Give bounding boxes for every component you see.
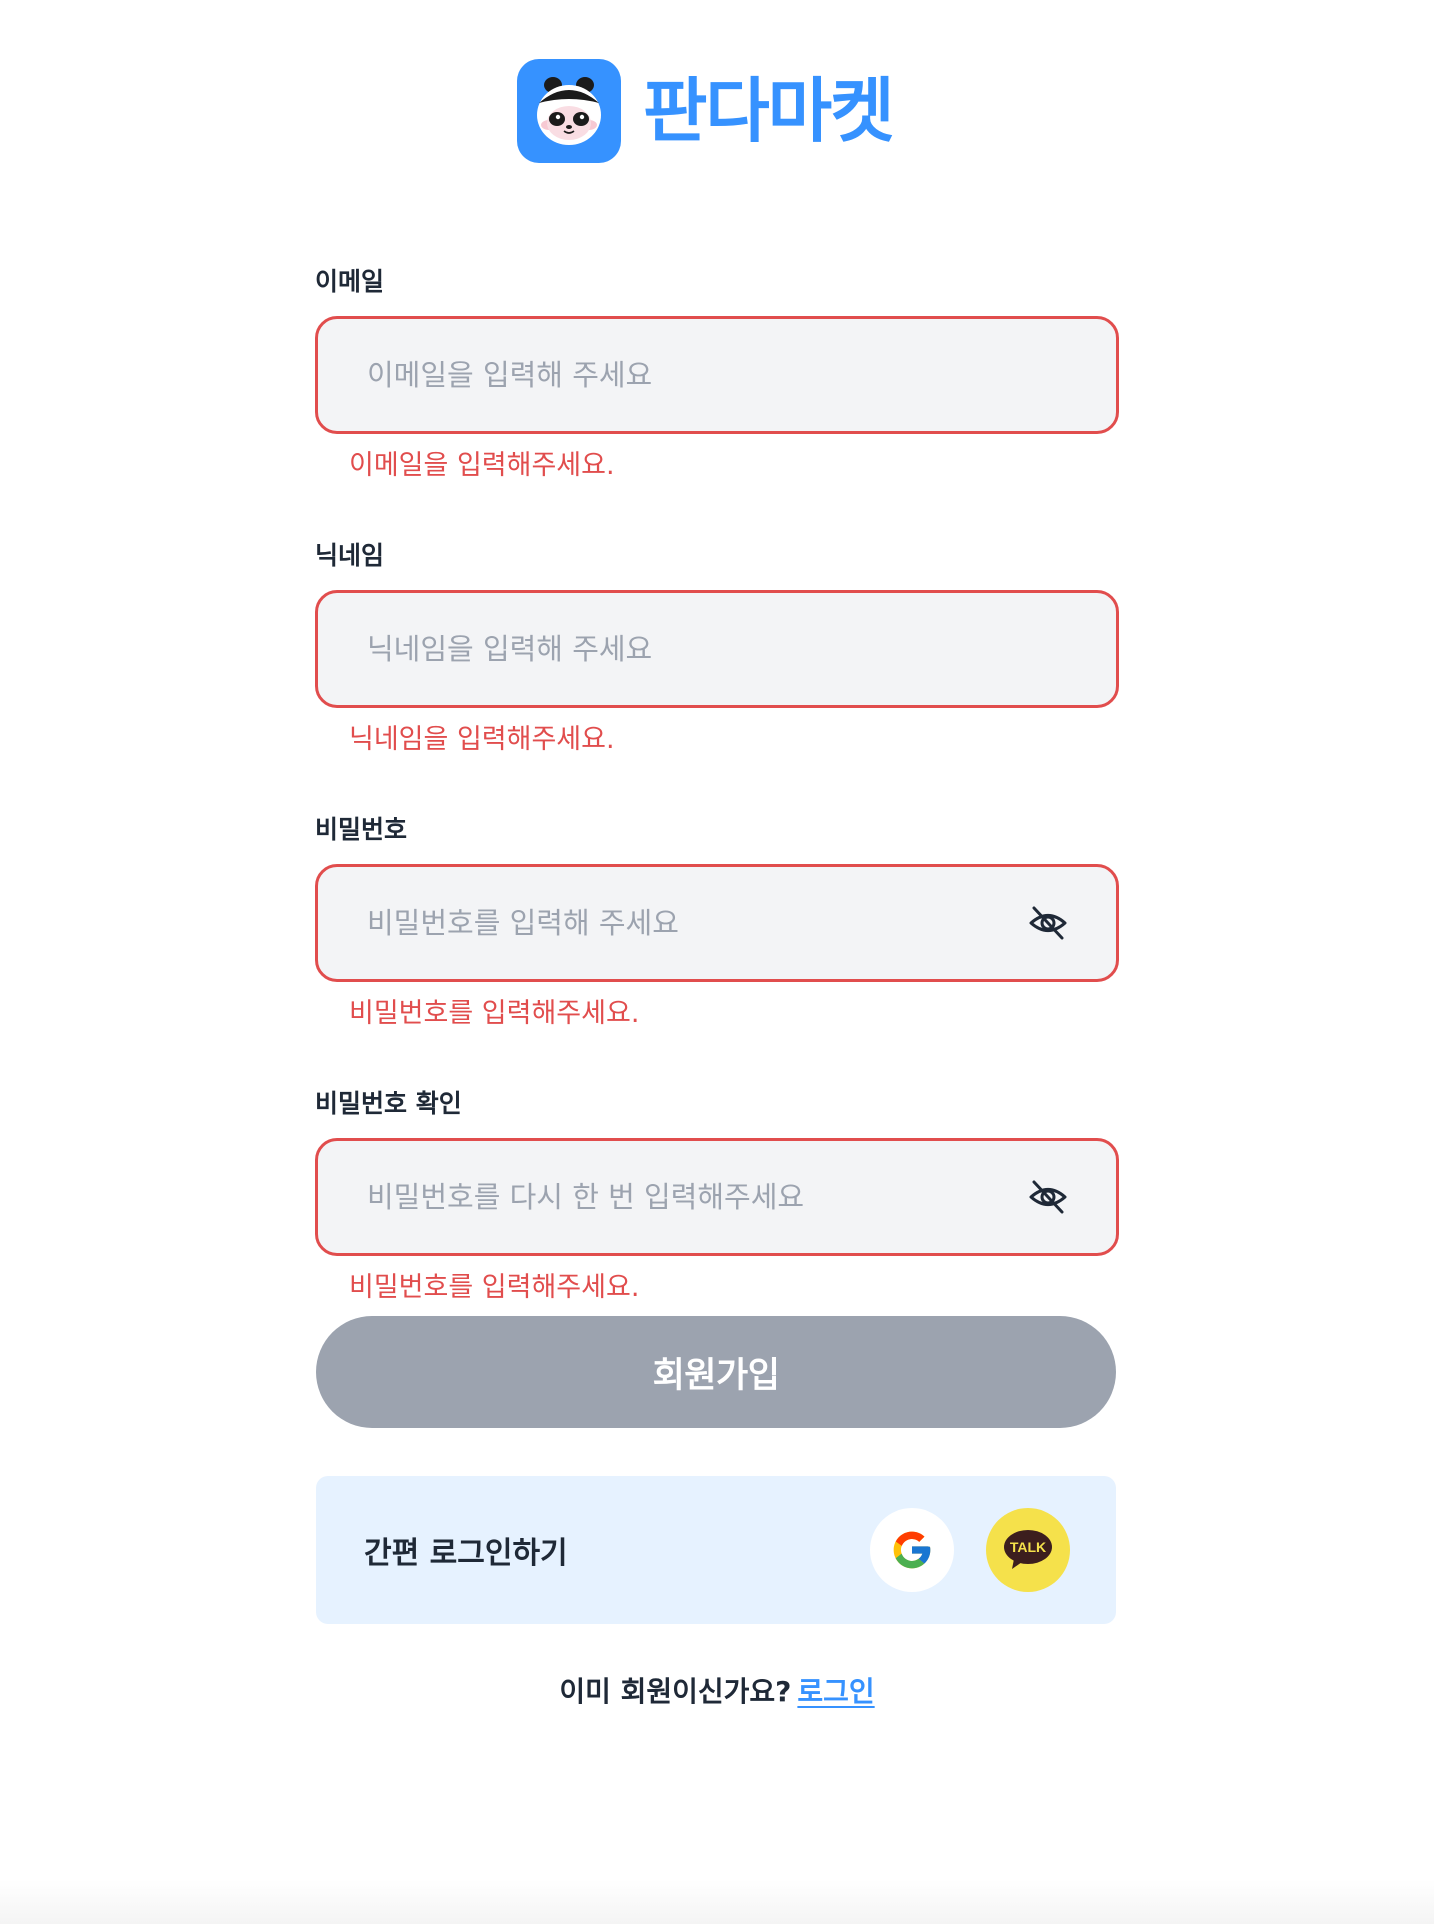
brand-name: 판다마켓 bbox=[643, 70, 895, 152]
email-error-message: 이메일을 입력해주세요. bbox=[349, 450, 615, 481]
kakao-login-button[interactable]: TALK bbox=[986, 1508, 1070, 1592]
google-icon bbox=[893, 1531, 931, 1569]
email-label: 이메일 bbox=[315, 267, 385, 296]
eye-off-icon bbox=[1029, 906, 1067, 940]
kakao-talk-icon: TALK bbox=[1004, 1530, 1052, 1569]
password-confirm-visibility-toggle[interactable] bbox=[1026, 1175, 1070, 1219]
easy-login-panel: 간편 로그인하기 TALK bbox=[316, 1476, 1116, 1624]
password-input-box bbox=[315, 864, 1119, 982]
panda-icon bbox=[517, 59, 621, 163]
easy-login-label: 간편 로그인하기 bbox=[364, 1536, 568, 1571]
nickname-input[interactable] bbox=[318, 593, 1116, 705]
email-field-group: 이메일 이메일을 입력해주세요. bbox=[315, 262, 1119, 486]
email-input-box bbox=[315, 316, 1119, 434]
password-error-message: 비밀번호를 입력해주세요. bbox=[349, 998, 640, 1029]
email-input[interactable] bbox=[318, 319, 1116, 431]
password-input[interactable] bbox=[318, 867, 1116, 979]
brand-logo[interactable]: 판다마켓 bbox=[517, 58, 895, 164]
password-visibility-toggle[interactable] bbox=[1026, 901, 1070, 945]
signup-page: 판다마켓 이메일 이메일을 입력해주세요. 닉네임 닉네임을 입력해주세요. 비… bbox=[0, 0, 1434, 1924]
nickname-label: 닉네임 bbox=[315, 541, 385, 570]
signup-button[interactable]: 회원가입 bbox=[316, 1316, 1116, 1428]
eye-off-icon bbox=[1029, 1180, 1067, 1214]
nickname-input-box bbox=[315, 590, 1119, 708]
password-confirm-error-message: 비밀번호를 입력해주세요. bbox=[349, 1272, 640, 1303]
signup-form: 이메일 이메일을 입력해주세요. 닉네임 닉네임을 입력해주세요. 비밀번호 bbox=[315, 262, 1119, 1308]
google-login-button[interactable] bbox=[870, 1508, 954, 1592]
password-confirm-field-group: 비밀번호 확인 비밀번호를 입력해주세요. bbox=[315, 1084, 1119, 1308]
password-confirm-input[interactable] bbox=[318, 1141, 1116, 1253]
kakao-talk-text: TALK bbox=[1010, 1539, 1046, 1555]
login-prompt: 이미 회원이신가요? 로그인 bbox=[0, 1670, 1434, 1710]
nickname-error-message: 닉네임을 입력해주세요. bbox=[349, 724, 615, 755]
password-field-group: 비밀번호 비밀번호를 입력해주세요. bbox=[315, 810, 1119, 1034]
nickname-field-group: 닉네임 닉네임을 입력해주세요. bbox=[315, 536, 1119, 760]
password-label: 비밀번호 bbox=[315, 815, 408, 844]
password-confirm-input-box bbox=[315, 1138, 1119, 1256]
login-link[interactable]: 로그인 bbox=[797, 1675, 874, 1708]
password-confirm-label: 비밀번호 확인 bbox=[315, 1089, 462, 1118]
login-prompt-text: 이미 회원이신가요? bbox=[559, 1675, 792, 1708]
